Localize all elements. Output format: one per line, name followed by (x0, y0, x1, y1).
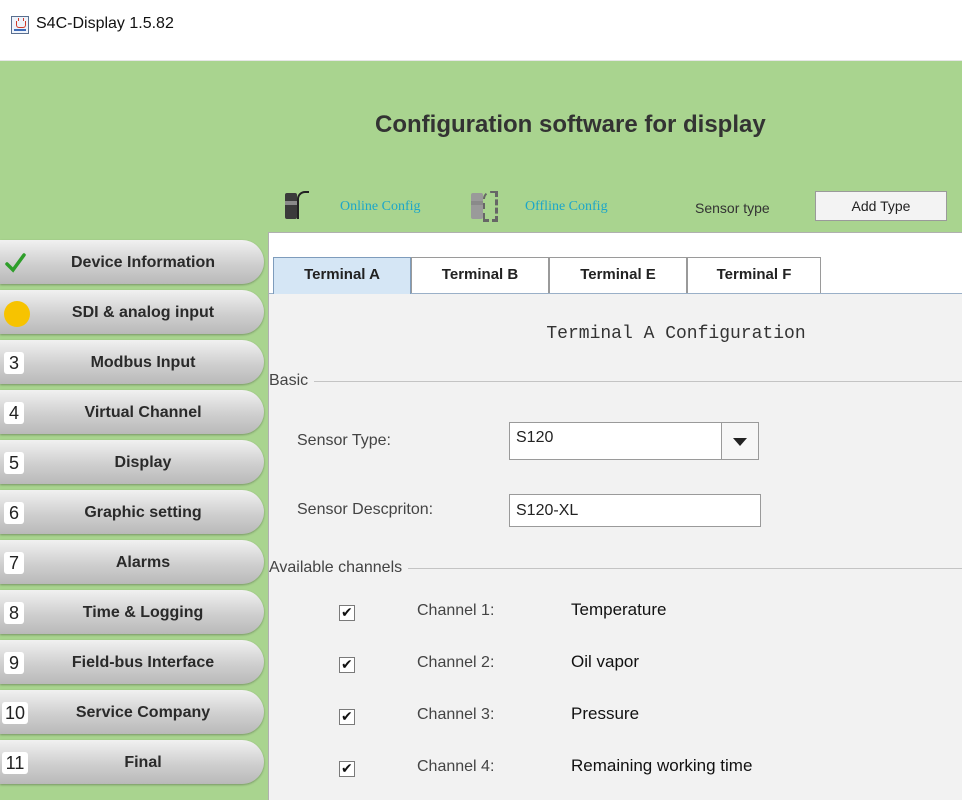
channel-4-name: Remaining working time (571, 756, 753, 775)
checkmark-icon: ✔ (341, 760, 353, 776)
step-number: 9 (4, 652, 24, 674)
channel-1-label: Channel 1: (417, 602, 495, 619)
step-device-information[interactable]: Device Information (0, 240, 264, 284)
step-final[interactable]: 11 Final (0, 740, 264, 784)
step-number: 11 (2, 752, 28, 774)
wizard-sidebar: Device Information SDI & analog input 3 … (0, 232, 268, 800)
sensor-type-select[interactable]: S120 (509, 422, 759, 460)
sensor-type-value: S120 (516, 429, 554, 446)
app-header: Configuration software for display Onlin… (0, 61, 962, 232)
checkmark-icon: ✔ (341, 656, 353, 672)
chevron-down-icon (733, 438, 747, 446)
terminal-tabs: Terminal A Terminal B Terminal E Termina… (269, 233, 962, 294)
step-virtual-channel[interactable]: 4 Virtual Channel (0, 390, 264, 434)
step-label: Alarms (115, 554, 171, 571)
checkmark-icon: ✔ (341, 604, 353, 620)
online-sensor-icon[interactable] (285, 189, 309, 223)
check-icon (5, 253, 26, 273)
step-label: Field-bus Interface (71, 654, 215, 671)
channel-3-checkbox[interactable]: ✔ (339, 708, 355, 725)
sensor-type-field-label: Sensor Type: (297, 432, 391, 449)
offline-config-link[interactable]: Offline Config (525, 199, 608, 215)
offline-sensor-icon[interactable] (471, 189, 498, 223)
step-label: Service Company (75, 704, 211, 721)
channel-2-label: Channel 2: (417, 654, 495, 671)
channel-2-checkbox[interactable]: ✔ (339, 656, 355, 673)
step-service-company[interactable]: 10 Service Company (0, 690, 264, 734)
step-label: Modbus Input (90, 354, 196, 371)
step-label: Graphic setting (84, 504, 202, 521)
panel-title: Terminal A Configuration (546, 324, 806, 344)
step-number: 3 (4, 352, 24, 374)
step-number: 4 (4, 402, 24, 424)
checkmark-icon: ✔ (341, 708, 353, 724)
step-sdi-analog-input[interactable]: SDI & analog input (0, 290, 264, 334)
sensor-description-label: Sensor Descpriton: (297, 501, 434, 518)
online-config-link[interactable]: Online Config (340, 199, 421, 215)
step-number: 7 (4, 552, 24, 574)
channel-1-name: Temperature (571, 600, 667, 619)
step-alarms[interactable]: 7 Alarms (0, 540, 264, 584)
sensor-description-input[interactable] (509, 494, 761, 527)
config-mode-row: Online Config Offline Config Sensor type… (285, 187, 955, 227)
step-number: 5 (4, 452, 24, 474)
step-label: Virtual Channel (84, 404, 202, 421)
java-app-icon (11, 16, 29, 34)
step-field-bus-interface[interactable]: 9 Field-bus Interface (0, 640, 264, 684)
current-step-icon (4, 301, 30, 327)
step-modbus-input[interactable]: 3 Modbus Input (0, 340, 264, 384)
terminal-config-panel: Terminal A Terminal B Terminal E Termina… (268, 232, 962, 800)
basic-group-divider (287, 381, 962, 382)
step-display[interactable]: 5 Display (0, 440, 264, 484)
channel-2-name: Oil vapor (571, 652, 640, 671)
tab-terminal-f[interactable]: Terminal F (687, 257, 821, 293)
tab-terminal-b[interactable]: Terminal B (411, 257, 549, 293)
step-number: 10 (2, 702, 28, 724)
channel-3-name: Pressure (571, 704, 640, 723)
channel-4-label: Channel 4: (417, 758, 495, 775)
channel-4-checkbox[interactable]: ✔ (339, 760, 355, 777)
sensor-type-label: Sensor type (695, 200, 770, 216)
step-time-logging[interactable]: 8 Time & Logging (0, 590, 264, 634)
tab-terminal-a[interactable]: Terminal A (273, 257, 411, 294)
tab-terminal-e[interactable]: Terminal E (549, 257, 687, 293)
app-heading: Configuration software for display (375, 111, 766, 138)
step-label: Final (124, 754, 162, 771)
step-graphic-setting[interactable]: 6 Graphic setting (0, 490, 264, 534)
window-title: S4C-Display 1.5.82 (36, 15, 174, 32)
step-label: SDI & analog input (71, 304, 215, 321)
channel-1-checkbox[interactable]: ✔ (339, 604, 355, 621)
step-number: 8 (4, 602, 24, 624)
step-label: Device Information (70, 254, 216, 271)
window-titlebar: S4C-Display 1.5.82 (0, 0, 962, 61)
step-label: Display (114, 454, 172, 471)
step-label: Time & Logging (82, 604, 204, 621)
dropdown-button[interactable] (721, 422, 759, 460)
channel-3-label: Channel 3: (417, 706, 495, 723)
basic-group-label: Basic (269, 372, 315, 390)
add-type-button[interactable]: Add Type (815, 191, 947, 221)
channels-group-label: Available channels (269, 559, 409, 577)
step-number: 6 (4, 502, 24, 524)
